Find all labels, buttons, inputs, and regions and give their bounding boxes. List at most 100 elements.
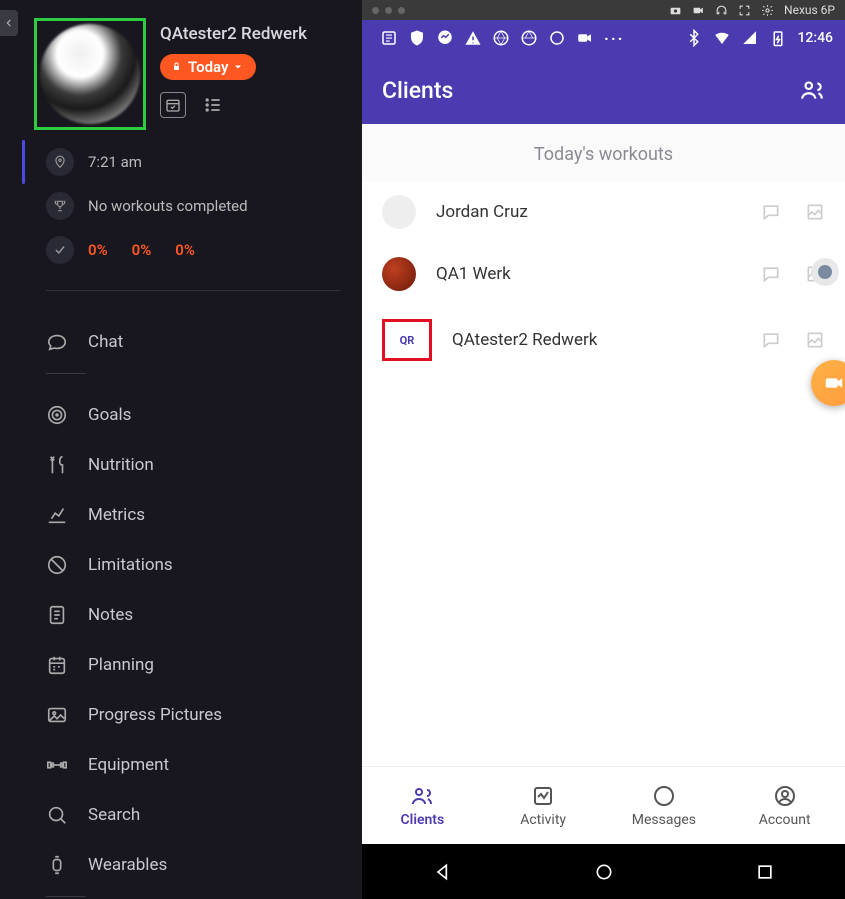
back-button[interactable] — [0, 10, 18, 36]
client-avatar: QR — [382, 319, 432, 361]
utensils-icon — [46, 454, 68, 476]
client-row[interactable]: QA1 Werk — [362, 243, 845, 305]
nav-notes[interactable]: Notes — [46, 590, 340, 640]
bottomnav-account[interactable]: Account — [724, 767, 845, 844]
image-outline-icon[interactable] — [805, 202, 825, 222]
bn-icon — [773, 784, 797, 808]
calendar-quick-icon[interactable] — [160, 92, 186, 118]
client-row[interactable]: Jordan Cruz — [362, 181, 845, 243]
bottomnav-clients[interactable]: Clients — [362, 767, 483, 844]
camera-icon — [669, 4, 682, 17]
nav-search[interactable]: Search — [46, 790, 340, 840]
profile-avatar-highlight — [34, 18, 146, 130]
nav-label: Planning — [88, 655, 154, 675]
left-sidebar: QAtester2 Redwerk Today 7:21 am — [0, 0, 360, 899]
more-icon: ··· — [604, 29, 624, 48]
nav-label: Progress Pictures — [88, 705, 222, 725]
client-list: Jordan Cruz QA1 Werk QR QAtester2 Redwerk — [362, 181, 845, 766]
today-label: Today — [188, 58, 228, 76]
nav-label: Limitations — [88, 555, 173, 575]
nav-progress-pictures[interactable]: Progress Pictures — [46, 690, 340, 740]
status-time-row: 7:21 am — [46, 140, 340, 184]
bn-label: Account — [759, 812, 811, 828]
client-avatar — [382, 257, 416, 291]
chat-outline-icon[interactable] — [761, 264, 781, 284]
nav-limitations[interactable]: Limitations — [46, 540, 340, 590]
percent-2: 0% — [175, 241, 195, 259]
section-title: Today's workouts — [362, 124, 845, 181]
nav-chat-label: Chat — [88, 332, 123, 352]
warning-icon — [464, 29, 482, 47]
nav-label: Nutrition — [88, 455, 154, 475]
profile-avatar[interactable] — [40, 24, 140, 124]
chart-icon — [46, 504, 68, 526]
status-workouts-row: No workouts completed — [46, 184, 340, 228]
bn-icon — [652, 784, 676, 808]
target-icon — [46, 404, 68, 426]
search-icon — [46, 804, 68, 826]
bluetooth-icon — [685, 29, 703, 47]
circle-icon — [548, 29, 566, 47]
nav-home-icon[interactable] — [594, 862, 614, 882]
small-bubble[interactable] — [811, 258, 839, 286]
fullscreen-icon — [738, 4, 751, 17]
client-row[interactable]: QR QAtester2 Redwerk — [362, 305, 845, 375]
status-percent-row: 0% 0% 0% — [46, 228, 340, 272]
bn-label: Messages — [632, 812, 696, 828]
percent-0: 0% — [88, 241, 108, 259]
nav-back-icon[interactable] — [433, 862, 453, 882]
nav-metrics[interactable]: Metrics — [46, 490, 340, 540]
device-name: Nexus 6P — [784, 3, 835, 17]
ban-icon — [46, 554, 68, 576]
status-workouts: No workouts completed — [88, 197, 248, 215]
list-quick-icon[interactable] — [200, 92, 226, 118]
note-icon — [46, 604, 68, 626]
wifi-icon — [713, 29, 731, 47]
client-name: Jordan Cruz — [436, 202, 741, 222]
messenger-icon — [436, 29, 454, 47]
chat-icon — [46, 331, 68, 353]
client-avatar — [382, 195, 416, 229]
nav-recent-icon[interactable] — [755, 862, 775, 882]
location-icon — [46, 148, 74, 176]
bottom-nav: Clients Activity Messages Account — [362, 766, 845, 844]
nav-wearables[interactable]: Wearables — [46, 840, 340, 890]
video-icon — [692, 4, 705, 17]
nav-label: Goals — [88, 405, 131, 425]
nav-nutrition[interactable]: Nutrition — [46, 440, 340, 490]
battery-icon — [769, 29, 787, 47]
calendar-icon — [46, 654, 68, 676]
nav-label: Search — [88, 805, 140, 825]
divider — [46, 896, 86, 897]
bottomnav-messages[interactable]: Messages — [604, 767, 725, 844]
nav-label: Wearables — [88, 855, 167, 875]
nav-goals[interactable]: Goals — [46, 390, 340, 440]
android-statusbar: ··· 12:46 — [362, 20, 845, 56]
client-name: QA1 Werk — [436, 264, 741, 284]
statusbar-time: 12:46 — [797, 30, 833, 46]
nav-equipment[interactable]: Equipment — [46, 740, 340, 790]
bn-label: Clients — [401, 812, 445, 828]
headphones-icon — [715, 4, 728, 17]
image-outline-icon[interactable] — [805, 330, 825, 350]
gear-icon[interactable] — [761, 4, 774, 17]
nav-label: Metrics — [88, 505, 145, 525]
header-title: Clients — [382, 77, 453, 104]
status-time: 7:21 am — [88, 153, 142, 171]
nav-planning[interactable]: Planning — [46, 640, 340, 690]
nav-chat[interactable]: Chat — [46, 317, 340, 367]
client-name: QAtester2 Redwerk — [452, 330, 741, 350]
image-icon — [46, 704, 68, 726]
chat-outline-icon[interactable] — [761, 202, 781, 222]
android-navbar — [362, 844, 845, 899]
nav-label: Notes — [88, 605, 133, 625]
today-button[interactable]: Today — [160, 54, 256, 80]
chat-outline-icon[interactable] — [761, 330, 781, 350]
people-icon[interactable] — [799, 77, 825, 103]
watch-icon — [46, 854, 68, 876]
bottomnav-activity[interactable]: Activity — [483, 767, 604, 844]
bn-icon — [410, 784, 434, 808]
bn-icon — [531, 784, 555, 808]
aperture-icon — [520, 29, 538, 47]
profile-name: QAtester2 Redwerk — [160, 24, 307, 44]
